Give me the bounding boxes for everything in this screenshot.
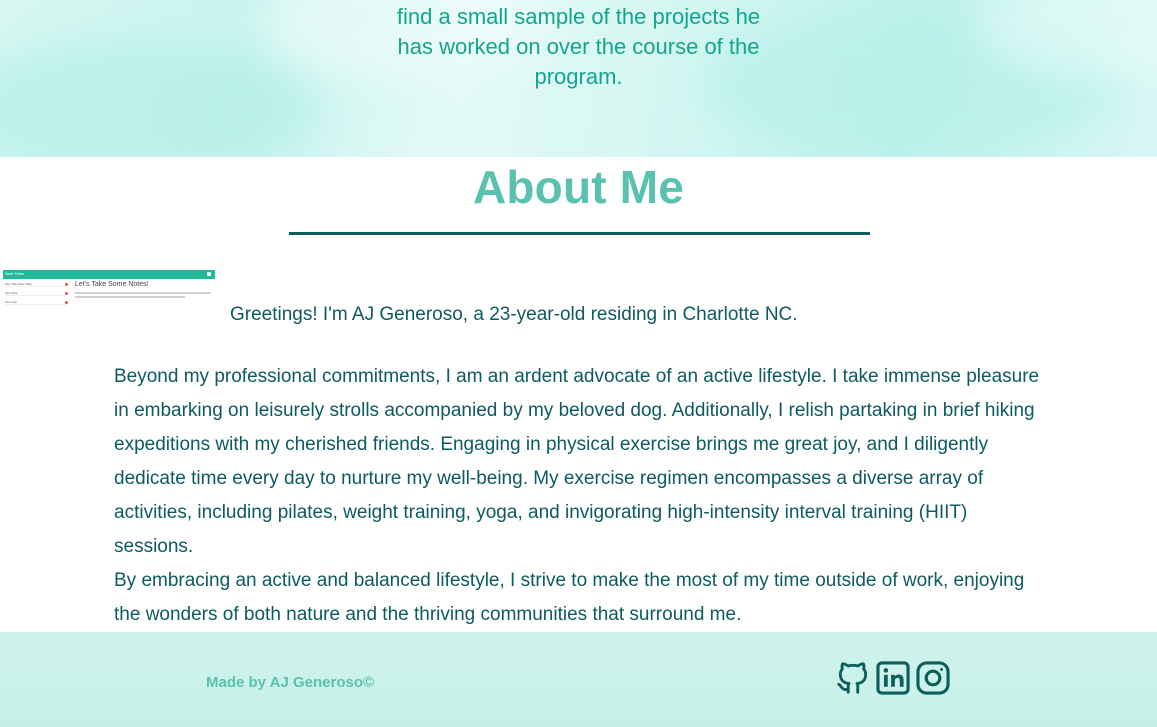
hero-line: has worked on over the course of the <box>397 34 760 59</box>
screenshot-header-bar: Note Taker <box>3 270 215 279</box>
instagram-link[interactable] <box>914 659 952 697</box>
delete-dot-icon <box>65 301 68 304</box>
screenshot-list-item: Test Note <box>5 290 67 296</box>
linkedin-icon <box>876 661 910 695</box>
pencil-icon <box>207 272 211 276</box>
screenshot-list-item: Test note <box>5 299 67 305</box>
section-divider <box>289 232 870 235</box>
hero-description: find a small sample of the projects he h… <box>0 2 1157 92</box>
instagram-icon <box>916 661 950 695</box>
github-link[interactable] <box>834 659 872 697</box>
bio-paragraph: By embracing an active and balanced life… <box>114 570 1025 625</box>
screenshot-list-item: Test Title Note Taker <box>5 281 67 287</box>
project-screenshot: Note Taker Test Title Note Taker Test No… <box>3 270 215 316</box>
linkedin-link[interactable] <box>874 659 912 697</box>
hero-line: find a small sample of the projects he <box>396 4 761 29</box>
delete-dot-icon <box>65 292 68 295</box>
bio-text: Beyond my professional commitments, I am… <box>114 360 1044 632</box>
screenshot-text-line <box>75 296 185 298</box>
screenshot-text-line <box>75 292 211 294</box>
about-title: About Me <box>472 161 685 213</box>
delete-dot-icon <box>65 283 68 286</box>
hero-banner: find a small sample of the projects he h… <box>0 0 1157 157</box>
greeting-text: Greetings! I'm AJ Generoso, a 23-year-ol… <box>230 304 798 325</box>
bio-paragraph: Beyond my professional commitments, I am… <box>114 366 1040 557</box>
github-icon <box>837 662 868 694</box>
screenshot-heading: Let's Take Some Notes! <box>75 281 149 288</box>
footer: Made by AJ Generoso© <box>0 632 1157 727</box>
screenshot-app-title: Note Taker <box>5 271 25 276</box>
hero-line: program. <box>534 64 623 89</box>
footer-credit: Made by AJ Generoso© <box>206 674 375 691</box>
